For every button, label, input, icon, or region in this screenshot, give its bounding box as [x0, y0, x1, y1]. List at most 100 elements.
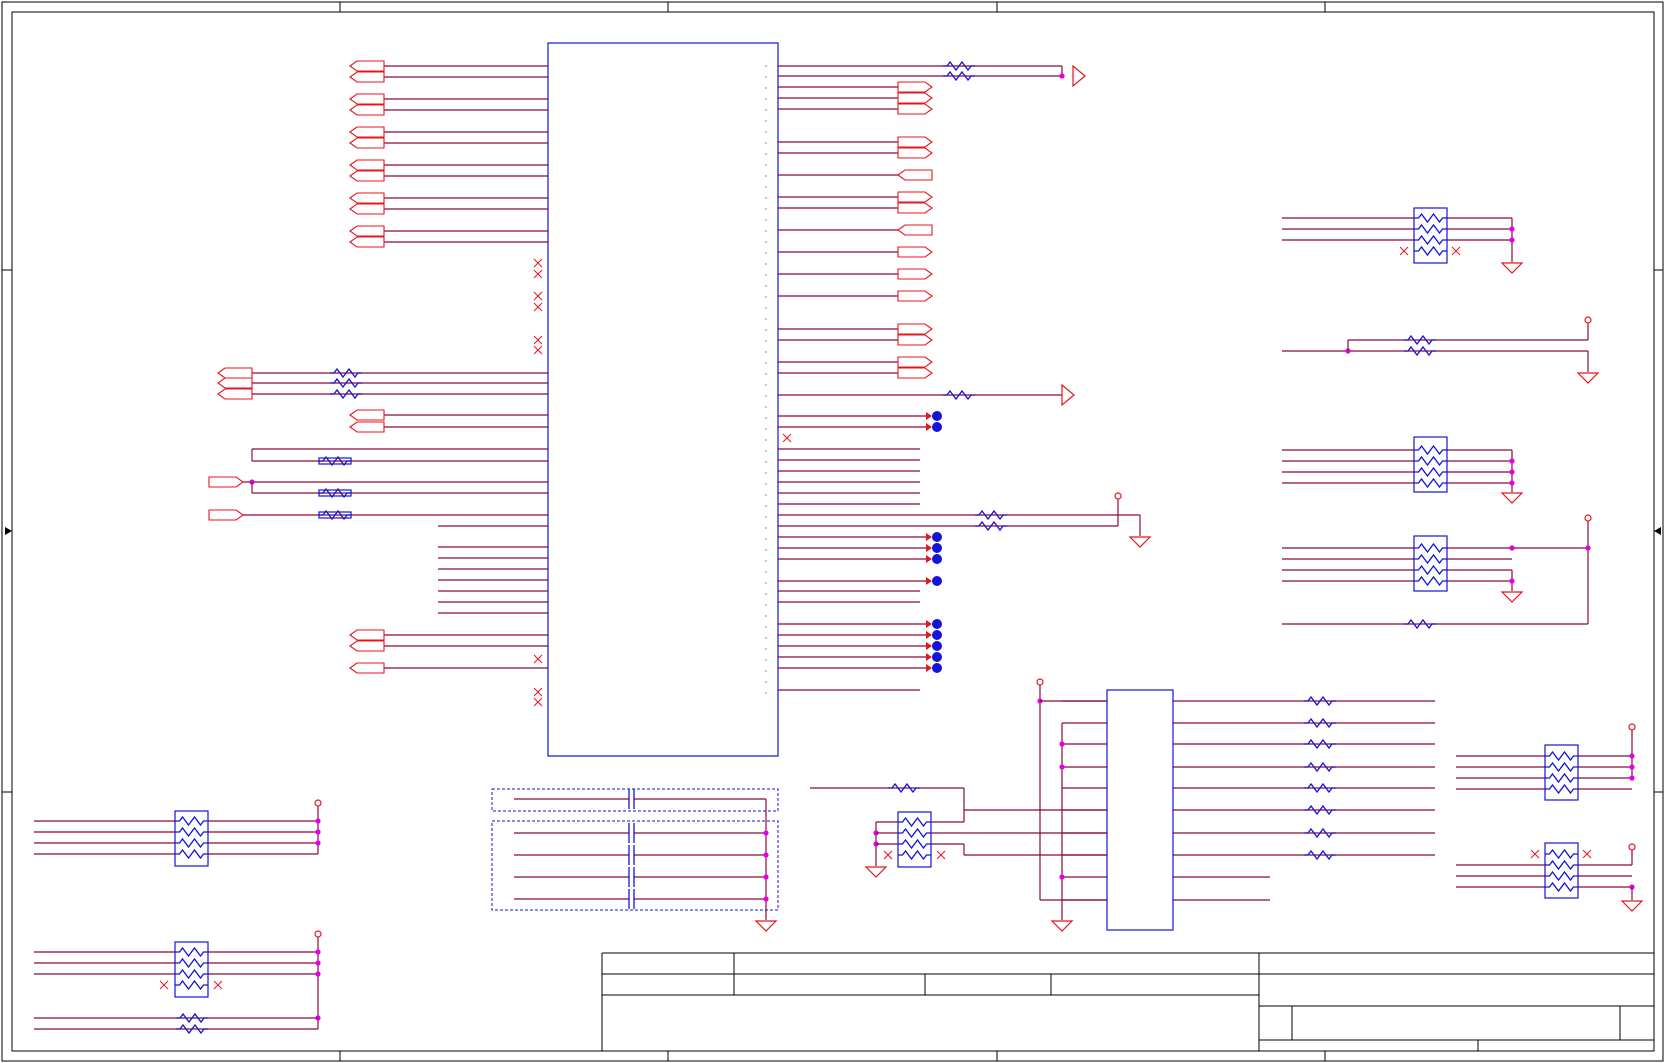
junction-dot [315, 840, 321, 846]
junction-dot [763, 874, 769, 880]
pin-marker [765, 417, 767, 419]
ground-icon [864, 866, 888, 878]
pin-marker [765, 362, 767, 364]
resistor-icon [1404, 334, 1436, 346]
resistor-icon [943, 60, 975, 72]
resistor-icon [1545, 870, 1578, 882]
resistor-icon [1414, 455, 1447, 467]
port-arrow-icon [349, 225, 385, 237]
ground-icon [754, 920, 778, 932]
junction-dot [1509, 545, 1515, 551]
pin-marker [765, 461, 767, 463]
port-arrow-icon [208, 476, 244, 488]
test-point-icon [932, 554, 942, 564]
pin-marker [765, 274, 767, 276]
port-arrow-icon [349, 236, 385, 248]
resistor-network-icon [174, 810, 209, 867]
resistor-icon [175, 968, 208, 980]
pin-marker [765, 230, 767, 232]
resistor-icon [1545, 750, 1578, 762]
resistor-icon [176, 1012, 208, 1024]
port-arrow-icon [897, 224, 933, 236]
port-arrow-icon [208, 509, 244, 521]
resistor-icon [176, 1023, 208, 1035]
resistor-icon [1545, 859, 1578, 871]
ground-icon [1576, 372, 1600, 384]
port-arrow-icon [349, 93, 385, 105]
ic-block-icon [1106, 689, 1174, 931]
resistor-icon [975, 520, 1007, 532]
resistor-icon [175, 826, 208, 838]
port-arrow-icon [897, 191, 933, 203]
junction-dot [315, 971, 321, 977]
test-point-arrow [926, 653, 932, 661]
resistor-network-icon [174, 941, 209, 998]
port-arrow-icon [897, 367, 933, 379]
port-arrow-icon [349, 137, 385, 149]
resistor-icon [975, 509, 1007, 521]
port-arrow-icon [349, 71, 385, 83]
resistor-icon [1304, 849, 1336, 861]
outer-border [1, 1, 1664, 1062]
port-arrow-icon [897, 136, 933, 148]
pin-marker [765, 505, 767, 507]
junction-dot [315, 949, 321, 955]
resistor-network-icon [897, 811, 932, 868]
pin-marker [765, 692, 767, 694]
ground-icon [1620, 900, 1644, 912]
port-arrow-icon [897, 202, 933, 214]
port-arrow-icon [349, 629, 385, 641]
port-arrow-icon [897, 81, 933, 93]
pin-marker [765, 252, 767, 254]
schematic-sheet [1, 1, 1664, 1062]
dashed-group [491, 788, 779, 812]
resistor-icon [1545, 772, 1578, 784]
test-point-arrow [926, 423, 932, 431]
resistor-icon [1545, 761, 1578, 773]
center-mark-icon [5, 527, 12, 535]
power-pin-icon [314, 930, 322, 938]
title-block [601, 952, 1654, 1051]
power-pin-icon [314, 799, 322, 807]
resistor-icon [175, 848, 208, 860]
resistor-icon [1414, 553, 1447, 565]
pin-marker [765, 406, 767, 408]
junction-dot [1629, 775, 1635, 781]
pin-marker [765, 560, 767, 562]
resistor-icon [1304, 717, 1336, 729]
pin-marker [765, 582, 767, 584]
pin-marker [765, 285, 767, 287]
pin-marker [765, 681, 767, 683]
junction-dot [1059, 874, 1065, 880]
port-arrow-icon [349, 170, 385, 182]
resistor-icon [1545, 848, 1578, 860]
port-arrow-icon [349, 126, 385, 138]
junction-dot [1059, 73, 1065, 79]
port-arrow-icon [349, 60, 385, 72]
inner-border [11, 11, 1655, 1052]
pin-marker [765, 153, 767, 155]
resistor-icon [1414, 564, 1447, 576]
resistor-icon [330, 367, 362, 379]
power-pin-icon [1584, 514, 1592, 522]
pin-marker [765, 659, 767, 661]
resistor-icon [1545, 783, 1578, 795]
resistor-icon [898, 838, 931, 850]
off-sheet-arrow-icon [1061, 383, 1075, 407]
pin-marker [765, 164, 767, 166]
pin-marker [765, 296, 767, 298]
pin-marker [765, 549, 767, 551]
resistor-icon [175, 957, 208, 969]
center-mark-icon [1654, 527, 1661, 535]
resistor-icon [1304, 804, 1336, 816]
port-arrow-icon [349, 662, 385, 674]
pin-marker [765, 340, 767, 342]
pin-marker [765, 76, 767, 78]
junction-dot [763, 852, 769, 858]
port-arrow-icon [217, 377, 253, 389]
resistor-icon [1414, 466, 1447, 478]
test-point-icon [932, 422, 942, 432]
port-arrow-icon [349, 159, 385, 171]
junction-dot [315, 829, 321, 835]
resistor-icon [330, 388, 362, 400]
